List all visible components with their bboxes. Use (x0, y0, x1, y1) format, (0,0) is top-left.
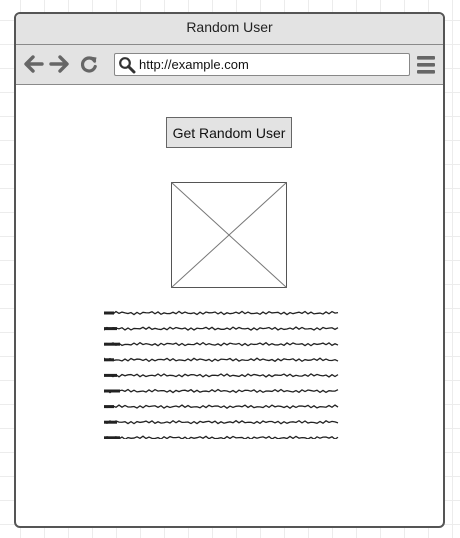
text-placeholder-line (103, 341, 339, 347)
text-placeholder (103, 305, 344, 441)
text-placeholder-line-start (104, 311, 114, 315)
page-content: Get Random User (16, 85, 443, 525)
text-placeholder-line-start (104, 436, 120, 440)
text-placeholder-line-start (104, 420, 117, 424)
back-arrow-icon[interactable] (24, 54, 44, 74)
image-placeholder-icon (171, 182, 287, 288)
text-placeholder-line (103, 326, 339, 332)
text-placeholder-line-start (104, 327, 117, 331)
text-placeholder-line (103, 404, 339, 409)
hamburger-menu-icon[interactable] (417, 55, 435, 75)
text-placeholder-line (103, 419, 339, 425)
reload-icon[interactable] (79, 54, 99, 74)
get-random-user-button[interactable]: Get Random User (166, 117, 292, 148)
text-placeholder-line (103, 388, 339, 394)
text-placeholder-line (103, 435, 339, 441)
url-input[interactable] (139, 54, 401, 75)
browser-toolbar (16, 45, 443, 85)
text-placeholder-line-start (104, 389, 120, 393)
text-placeholder-line-start (104, 405, 114, 409)
text-placeholder-line-start (104, 342, 120, 346)
forward-arrow-icon[interactable] (49, 54, 69, 74)
search-icon (118, 56, 136, 74)
text-placeholder-line (103, 357, 339, 363)
text-placeholder-line-start (104, 373, 117, 377)
text-placeholder-line-start (104, 358, 114, 362)
text-placeholder-line (103, 310, 339, 316)
address-bar[interactable] (114, 53, 410, 76)
browser-window: Random User http://example.com Get Rando… (14, 12, 445, 528)
text-placeholder-line (103, 373, 339, 378)
window-title: Random User (16, 14, 443, 45)
